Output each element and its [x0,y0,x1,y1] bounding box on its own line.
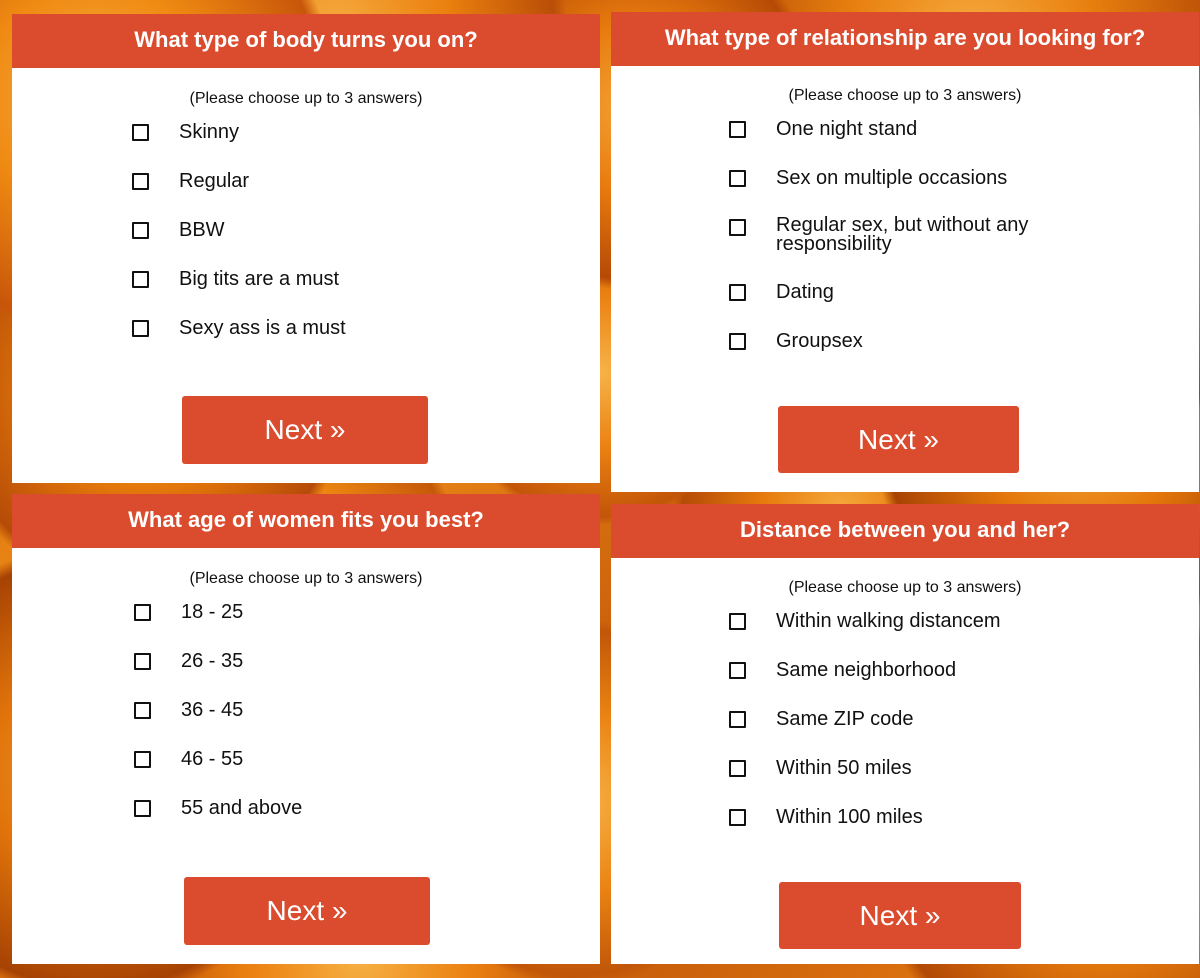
checkbox[interactable] [132,222,149,239]
checkbox[interactable] [729,662,746,679]
panel-hint: (Please choose up to 3 answers) [189,570,423,587]
quiz-panel-body-type: What type of body turns you on? (Please … [12,14,600,483]
option-regular-no-responsibility[interactable]: Regular sex, but without any responsibil… [729,214,1199,255]
option-list: 18 - 25 26 - 35 36 - 45 46 - 55 55 and a… [12,601,600,819]
option-list: One night stand Sex on multiple occasion… [611,118,1199,352]
quiz-panel-relationship: What type of relationship are you lookin… [611,12,1199,492]
option-label: BBW [179,219,225,241]
option-label: Same neighborhood [776,659,957,681]
option-label: 36 - 45 [181,699,244,721]
option-within-100-miles[interactable]: Within 100 miles [729,806,1199,828]
option-age-55-above[interactable]: 55 and above [134,797,600,819]
next-button[interactable]: Next » [778,406,1019,473]
option-label: Big tits are a must [179,268,340,290]
option-label: Dating [776,281,834,303]
option-same-zip[interactable]: Same ZIP code [729,708,1199,730]
option-label: Groupsex [776,330,863,352]
option-label: Sex on multiple occasions [776,167,1008,189]
checkbox[interactable] [132,124,149,141]
checkbox[interactable] [729,613,746,630]
checkbox[interactable] [134,653,151,670]
option-skinny[interactable]: Skinny [132,121,600,143]
option-list: Within walking distancem Same neighborho… [611,610,1199,828]
panel-hint: (Please choose up to 3 answers) [788,579,1022,596]
quiz-panel-distance: Distance between you and her? (Please ch… [611,504,1199,964]
panel-hint: (Please choose up to 3 answers) [788,87,1022,104]
panel-title: What age of women fits you best? [12,494,600,548]
option-label: Regular sex, but without any responsibil… [776,214,1029,255]
checkbox[interactable] [132,320,149,337]
option-label: Skinny [179,121,240,143]
option-age-18-25[interactable]: 18 - 25 [134,601,600,623]
option-age-26-35[interactable]: 26 - 35 [134,650,600,672]
checkbox[interactable] [729,809,746,826]
checkbox[interactable] [729,711,746,728]
option-label: Within 50 miles [776,757,912,779]
checkbox[interactable] [729,284,746,301]
quiz-panel-age: What age of women fits you best? (Please… [12,494,600,964]
option-dating[interactable]: Dating [729,281,1199,303]
next-button[interactable]: Next » [779,882,1021,949]
checkbox[interactable] [134,751,151,768]
panel-title: Distance between you and her? [611,504,1199,558]
option-groupsex[interactable]: Groupsex [729,330,1199,352]
option-label: 26 - 35 [181,650,244,672]
option-big-tits[interactable]: Big tits are a must [132,268,600,290]
option-within-50-miles[interactable]: Within 50 miles [729,757,1199,779]
option-label: Same ZIP code [776,708,914,730]
option-same-neighborhood[interactable]: Same neighborhood [729,659,1199,681]
panel-hint: (Please choose up to 3 answers) [189,90,423,107]
panel-title: What type of relationship are you lookin… [611,12,1199,66]
option-age-46-55[interactable]: 46 - 55 [134,748,600,770]
checkbox[interactable] [132,271,149,288]
option-bbw[interactable]: BBW [132,219,600,241]
checkbox[interactable] [132,173,149,190]
option-label: One night stand [776,118,918,140]
checkbox[interactable] [729,760,746,777]
option-label: 55 and above [181,797,303,819]
option-label: 46 - 55 [181,748,244,770]
checkbox[interactable] [134,800,151,817]
option-label: 18 - 25 [181,601,244,623]
panel-title: What type of body turns you on? [12,14,600,68]
option-sexy-ass[interactable]: Sexy ass is a must [132,317,600,339]
checkbox[interactable] [729,333,746,350]
option-walking-distance[interactable]: Within walking distancem [729,610,1199,632]
next-button[interactable]: Next » [184,877,430,945]
option-one-night-stand[interactable]: One night stand [729,118,1199,140]
option-label: Within 100 miles [776,806,923,828]
checkbox[interactable] [729,219,746,236]
option-label: Sexy ass is a must [179,317,346,339]
checkbox[interactable] [134,604,151,621]
option-list: Skinny Regular BBW Big tits are a must S… [12,121,600,339]
checkbox[interactable] [729,121,746,138]
checkbox[interactable] [134,702,151,719]
option-label: Regular [179,170,250,192]
option-regular[interactable]: Regular [132,170,600,192]
option-age-36-45[interactable]: 36 - 45 [134,699,600,721]
next-button[interactable]: Next » [182,396,428,464]
option-multiple-occasions[interactable]: Sex on multiple occasions [729,167,1199,189]
option-label: Within walking distancem [776,610,1001,632]
checkbox[interactable] [729,170,746,187]
